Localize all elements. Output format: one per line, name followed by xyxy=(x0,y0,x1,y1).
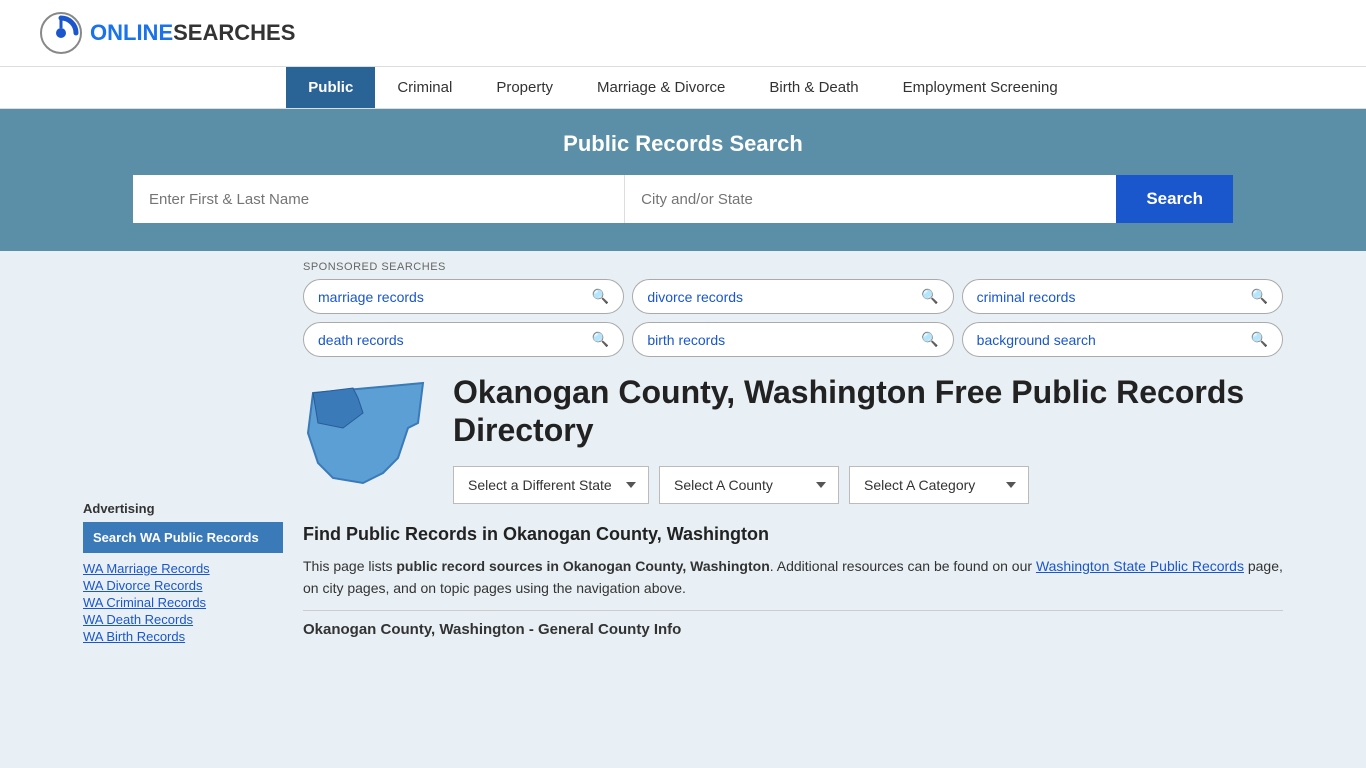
sponsored-searches: SPONSORED SEARCHES marriage records 🔍 di… xyxy=(303,261,1283,357)
search-banner: Public Records Search Search xyxy=(0,109,1366,251)
county-dropdown[interactable]: Select A County xyxy=(659,466,839,504)
location-input[interactable] xyxy=(625,175,1116,223)
state-map xyxy=(303,373,433,496)
tag-criminal[interactable]: criminal records 🔍 xyxy=(962,279,1283,314)
washington-map-svg xyxy=(303,373,433,493)
search-icon-divorce: 🔍 xyxy=(921,288,938,305)
county-title: Okanogan County, Washington Free Public … xyxy=(453,373,1283,450)
sidebar-link-marriage[interactable]: WA Marriage Records xyxy=(83,561,283,576)
find-section: Find Public Records in Okanogan County, … xyxy=(303,524,1283,638)
search-icon-background: 🔍 xyxy=(1251,331,1268,348)
nav-item-property[interactable]: Property xyxy=(474,67,575,108)
header: ONLINESEARCHES xyxy=(0,0,1366,67)
find-section-title: Find Public Records in Okanogan County, … xyxy=(303,524,1283,545)
state-dropdown[interactable]: Select a Different State xyxy=(453,466,649,504)
tag-divorce[interactable]: divorce records 🔍 xyxy=(632,279,953,314)
find-section-text: This page lists public record sources in… xyxy=(303,555,1283,600)
county-general-header: Okanogan County, Washington - General Co… xyxy=(303,610,1283,638)
search-icon-death: 🔍 xyxy=(592,331,609,348)
dropdowns-row: Select a Different State Select A County… xyxy=(453,466,1283,504)
nav-item-marriage-divorce[interactable]: Marriage & Divorce xyxy=(575,67,747,108)
search-button[interactable]: Search xyxy=(1116,175,1233,223)
name-input[interactable] xyxy=(133,175,625,223)
search-icon-birth: 🔍 xyxy=(921,331,938,348)
main-nav: Public Criminal Property Marriage & Divo… xyxy=(0,67,1366,109)
sidebar-ad-box[interactable]: Search WA Public Records xyxy=(83,522,283,553)
nav-item-public[interactable]: Public xyxy=(286,67,375,108)
category-dropdown[interactable]: Select A Category xyxy=(849,466,1029,504)
sidebar-advertising-label: Advertising xyxy=(83,501,283,516)
search-form: Search xyxy=(133,175,1233,223)
wa-public-records-link[interactable]: Washington State Public Records xyxy=(1036,558,1244,574)
sidebar-link-divorce[interactable]: WA Divorce Records xyxy=(83,578,283,593)
tag-death[interactable]: death records 🔍 xyxy=(303,322,624,357)
logo-icon xyxy=(40,12,82,54)
sidebar-link-death[interactable]: WA Death Records xyxy=(83,612,283,627)
tag-background[interactable]: background search 🔍 xyxy=(962,322,1283,357)
nav-item-employment[interactable]: Employment Screening xyxy=(881,67,1080,108)
search-banner-title: Public Records Search xyxy=(40,131,1326,157)
sponsored-label: SPONSORED SEARCHES xyxy=(303,261,1283,273)
find-text-part1: This page lists xyxy=(303,558,396,574)
find-text-bold: public record sources in Okanogan County… xyxy=(396,558,769,574)
sidebar-link-birth[interactable]: WA Birth Records xyxy=(83,629,283,644)
search-tags-row1: marriage records 🔍 divorce records 🔍 cri… xyxy=(303,279,1283,357)
county-section: Okanogan County, Washington Free Public … xyxy=(303,373,1283,504)
find-text-part2: . Additional resources can be found on o… xyxy=(770,558,1036,574)
logo-text: ONLINESEARCHES xyxy=(90,20,295,46)
tag-birth[interactable]: birth records 🔍 xyxy=(632,322,953,357)
sidebar-link-criminal[interactable]: WA Criminal Records xyxy=(83,595,283,610)
nav-item-birth-death[interactable]: Birth & Death xyxy=(747,67,880,108)
sidebar-links: WA Marriage Records WA Divorce Records W… xyxy=(83,561,283,644)
county-info: Okanogan County, Washington Free Public … xyxy=(453,373,1283,504)
search-icon-criminal: 🔍 xyxy=(1251,288,1268,305)
main-content: Advertising Search WA Public Records WA … xyxy=(63,251,1303,654)
content-area: SPONSORED SEARCHES marriage records 🔍 di… xyxy=(303,261,1283,644)
logo: ONLINESEARCHES xyxy=(40,12,295,54)
nav-item-criminal[interactable]: Criminal xyxy=(375,67,474,108)
sidebar: Advertising Search WA Public Records WA … xyxy=(83,261,283,644)
search-icon-marriage: 🔍 xyxy=(592,288,609,305)
tag-marriage[interactable]: marriage records 🔍 xyxy=(303,279,624,314)
